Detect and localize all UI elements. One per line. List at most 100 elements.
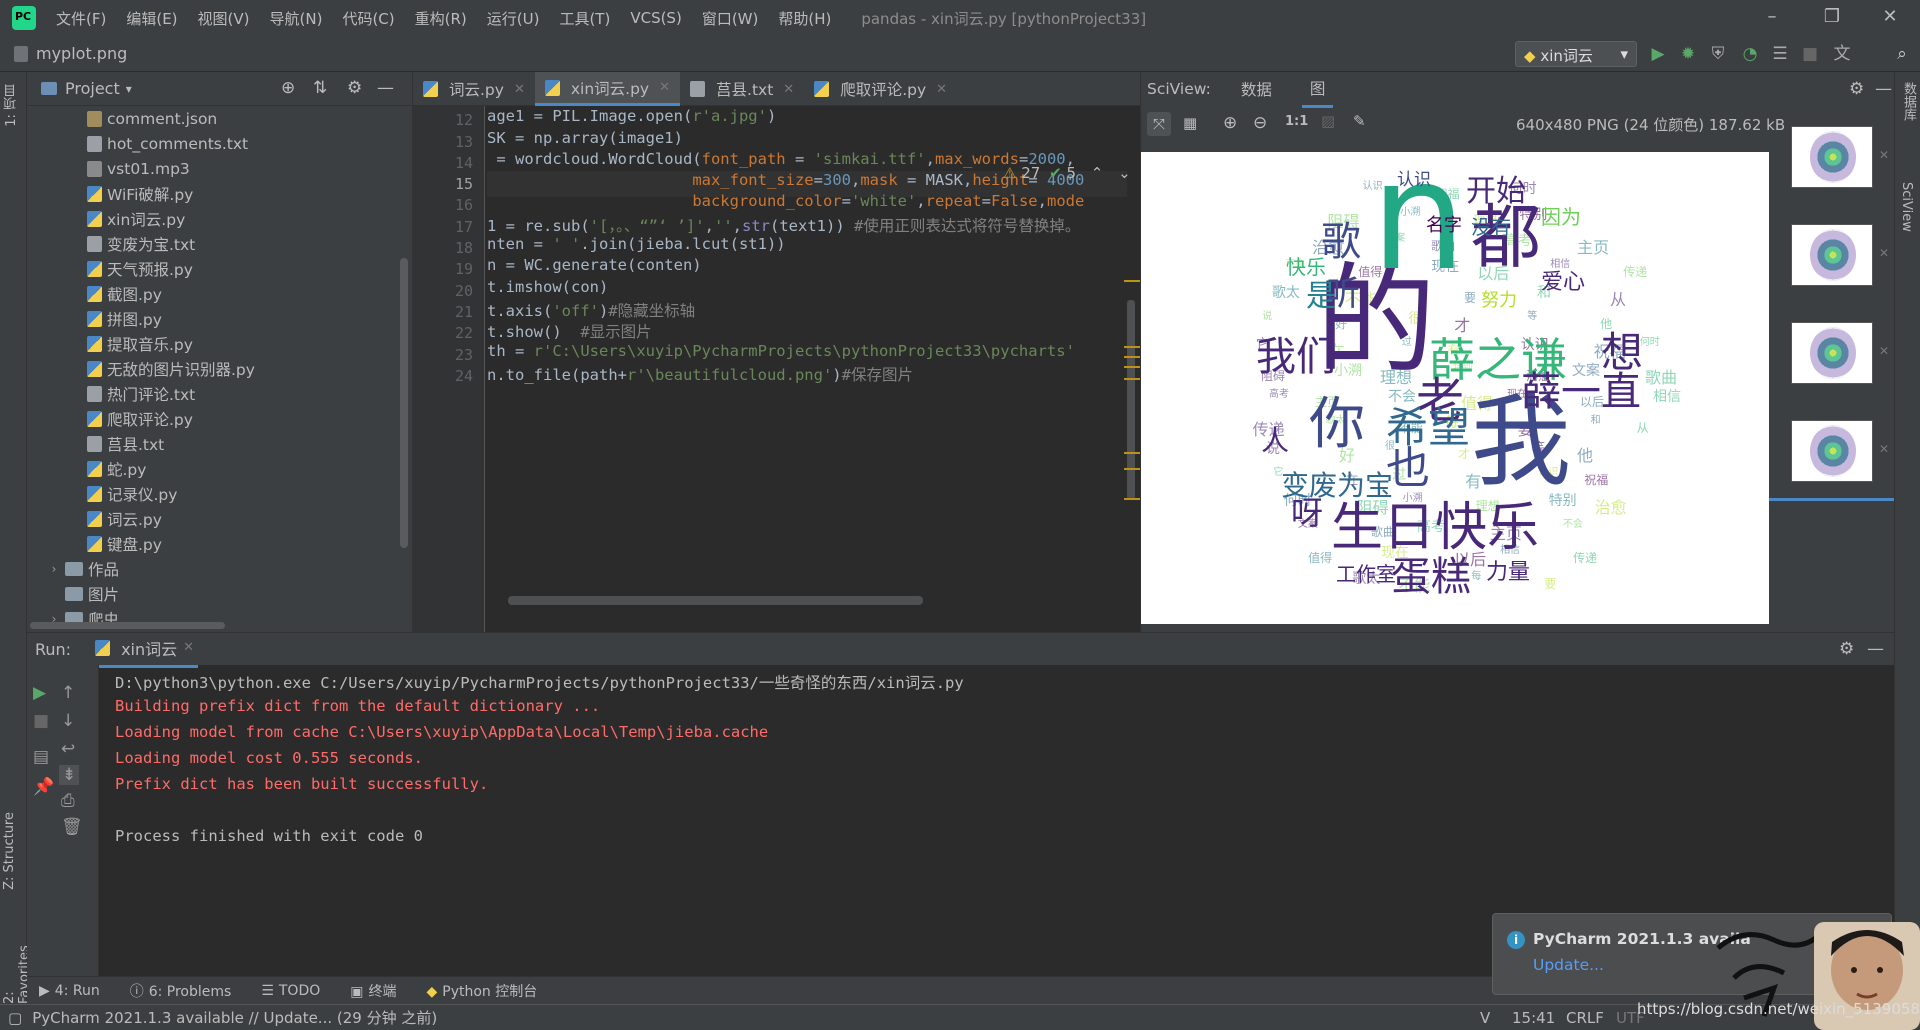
tab-data[interactable]: 数据 <box>1233 72 1280 106</box>
project-horizontal-scrollbar[interactable] <box>30 622 225 629</box>
chevron-right-icon[interactable]: › <box>47 562 61 576</box>
hide-icon[interactable]: — <box>1867 639 1884 659</box>
tree-file-item[interactable]: 拼图.py <box>27 306 412 331</box>
close-thumbnail-icon[interactable]: ✕ <box>1879 442 1889 456</box>
pin-icon[interactable]: 📌 <box>33 777 54 797</box>
close-thumbnail-icon[interactable]: ✕ <box>1879 148 1889 162</box>
menu-edit[interactable]: 编辑(E) <box>116 8 187 29</box>
console-output[interactable]: D:\python3\python.exe C:/Users/xuyip/Pyc… <box>115 671 964 853</box>
search-icon[interactable]: ⌕ <box>1892 44 1912 64</box>
error-stripe-mark[interactable] <box>1124 378 1140 380</box>
status-message[interactable]: PyCharm 2021.1.3 available // Update... … <box>32 1007 437 1028</box>
translate-icon[interactable]: 文 <box>1832 44 1852 64</box>
tool-tab-python-console[interactable]: ◆ Python 控制台 <box>426 981 537 1001</box>
tree-file-item[interactable]: 无敌的图片识别器.py <box>27 356 412 381</box>
run-icon[interactable]: ▶ <box>1648 44 1668 64</box>
tree-file-item[interactable]: 截图.py <box>27 281 412 306</box>
close-thumbnail-icon[interactable]: ✕ <box>1879 344 1889 358</box>
run-tab[interactable]: xin词云 ✕ <box>91 631 199 668</box>
hide-icon[interactable]: — <box>377 78 394 98</box>
soft-wrap-icon[interactable]: ↩ <box>61 739 75 759</box>
tree-file-item[interactable]: hot_comments.txt <box>27 131 412 156</box>
close-tab-icon[interactable]: ✕ <box>514 82 525 97</box>
caret-position[interactable]: 15:41 <box>1512 1009 1555 1027</box>
error-stripe-mark[interactable] <box>1124 468 1140 470</box>
gear-icon[interactable]: ⚙ <box>1839 639 1854 659</box>
close-tab-icon[interactable]: ✕ <box>659 80 670 95</box>
menu-file[interactable]: 文件(F) <box>46 8 116 29</box>
project-panel-title[interactable]: Project <box>65 79 120 98</box>
breadcrumb[interactable]: myplot.png <box>14 44 127 63</box>
tree-file-item[interactable]: 莒县.txt <box>27 431 412 456</box>
error-stripe-mark[interactable] <box>1124 356 1140 358</box>
inspection-widget[interactable]: ⚠ 27 ✔ 5 ⌃ ⌄ <box>1003 164 1131 182</box>
locate-icon[interactable]: ⊕ <box>281 78 295 98</box>
tool-tab-todo[interactable]: ☰ TODO <box>261 983 320 999</box>
close-thumbnail-icon[interactable]: ✕ <box>1879 246 1889 260</box>
tree-file-item[interactable]: 键盘.py <box>27 531 412 556</box>
menu-navigate[interactable]: 导航(N) <box>260 8 333 29</box>
layout-icon[interactable]: ▤ <box>33 747 49 767</box>
stop-icon[interactable]: ■ <box>1800 44 1820 64</box>
tool-tab-run[interactable]: ▶ 4: Run <box>39 983 100 999</box>
profile-icon[interactable]: ◔ <box>1740 44 1760 64</box>
sciview-tool-tab[interactable]: SciView <box>1899 182 1914 232</box>
color-picker-icon[interactable]: ✎ <box>1353 112 1366 130</box>
tree-file-item[interactable]: 记录仪.py <box>27 481 412 506</box>
tree-file-item[interactable]: 蛇.py <box>27 456 412 481</box>
close-tab-icon[interactable]: ✕ <box>936 82 947 97</box>
tree-folder-item[interactable]: 图片 <box>27 581 412 606</box>
menu-window[interactable]: 窗口(W) <box>692 8 769 29</box>
menu-code[interactable]: 代码(C) <box>332 8 404 29</box>
close-tab-icon[interactable]: ✕ <box>183 640 194 655</box>
error-stripe-mark[interactable] <box>1124 498 1140 500</box>
code-area[interactable]: age1 = PIL.Image.open(r'a.jpg') SK = np.… <box>487 106 1127 632</box>
status-toggle-icon[interactable]: ▢ <box>8 1009 22 1027</box>
down-icon[interactable]: ↓ <box>61 711 75 731</box>
rerun-icon[interactable]: ▶ <box>33 683 46 703</box>
tree-file-item[interactable]: WiFi破解.py <box>27 181 412 206</box>
project-scrollbar[interactable] <box>400 258 408 548</box>
tree-file-item[interactable]: 提取音乐.py <box>27 331 412 356</box>
database-tool-tab[interactable]: 数据库 <box>1899 82 1918 121</box>
editor-scrollbar[interactable] <box>1127 300 1135 500</box>
menu-vcs[interactable]: VCS(S) <box>620 9 691 27</box>
tree-folder-item[interactable]: › 作品 <box>27 556 412 581</box>
tool-tab-problems[interactable]: ⓘ 6: Problems <box>130 981 232 1001</box>
scroll-to-end-icon[interactable]: ⇟ <box>59 765 80 785</box>
print-icon[interactable]: ⎙ <box>61 791 75 811</box>
error-stripe-mark[interactable] <box>1124 346 1140 348</box>
hide-icon[interactable]: — <box>1875 79 1892 99</box>
tab-juxian-txt[interactable]: 莒县.txt ✕ <box>680 72 804 106</box>
stop-icon[interactable]: ■ <box>33 711 49 731</box>
trash-icon[interactable]: 🗑 <box>61 817 83 837</box>
plot-thumbnail[interactable] <box>1791 224 1873 286</box>
tree-file-item[interactable]: 热门评论.txt <box>27 381 412 406</box>
zoom-out-icon[interactable]: ⊖ <box>1253 113 1267 133</box>
tab-xin-wordcloud[interactable]: xin词云.py ✕ <box>534 72 681 106</box>
zoom-in-icon[interactable]: ⊕ <box>1223 113 1237 133</box>
minimize-icon[interactable]: – <box>1752 6 1792 27</box>
tab-plots[interactable]: 图 <box>1301 71 1334 108</box>
vcs-icon[interactable]: V <box>1480 1009 1490 1027</box>
tree-file-item[interactable]: 爬取评论.py <box>27 406 412 431</box>
close-icon[interactable]: ✕ <box>1870 6 1910 27</box>
tree-file-item[interactable]: 变废为宝.txt <box>27 231 412 256</box>
tree-file-item[interactable]: xin词云.py <box>27 206 412 231</box>
tree-file-item[interactable]: vst01.mp3 <box>27 156 412 181</box>
gear-icon[interactable]: ⚙ <box>1849 79 1864 99</box>
tree-file-item[interactable]: comment.json <box>27 106 412 131</box>
error-stripe-mark[interactable] <box>1124 366 1140 368</box>
plot-thumbnail-selected[interactable] <box>1791 420 1873 482</box>
coverage-icon[interactable]: ⛨ <box>1708 44 1728 64</box>
error-stripe-mark[interactable] <box>1124 452 1140 454</box>
editor-horizontal-scrollbar[interactable] <box>508 596 923 605</box>
up-icon[interactable]: ↑ <box>61 683 75 703</box>
actual-size-icon[interactable]: 1:1 <box>1285 114 1308 129</box>
tab-crawl-comments[interactable]: 爬取评论.py ✕ <box>804 72 957 106</box>
restore-icon[interactable]: ❐ <box>1812 6 1852 27</box>
menu-tools[interactable]: 工具(T) <box>549 8 620 29</box>
plot-thumbnail[interactable] <box>1791 322 1873 384</box>
update-link[interactable]: Update... <box>1533 956 1604 974</box>
line-separator[interactable]: CRLF <box>1566 1009 1604 1027</box>
